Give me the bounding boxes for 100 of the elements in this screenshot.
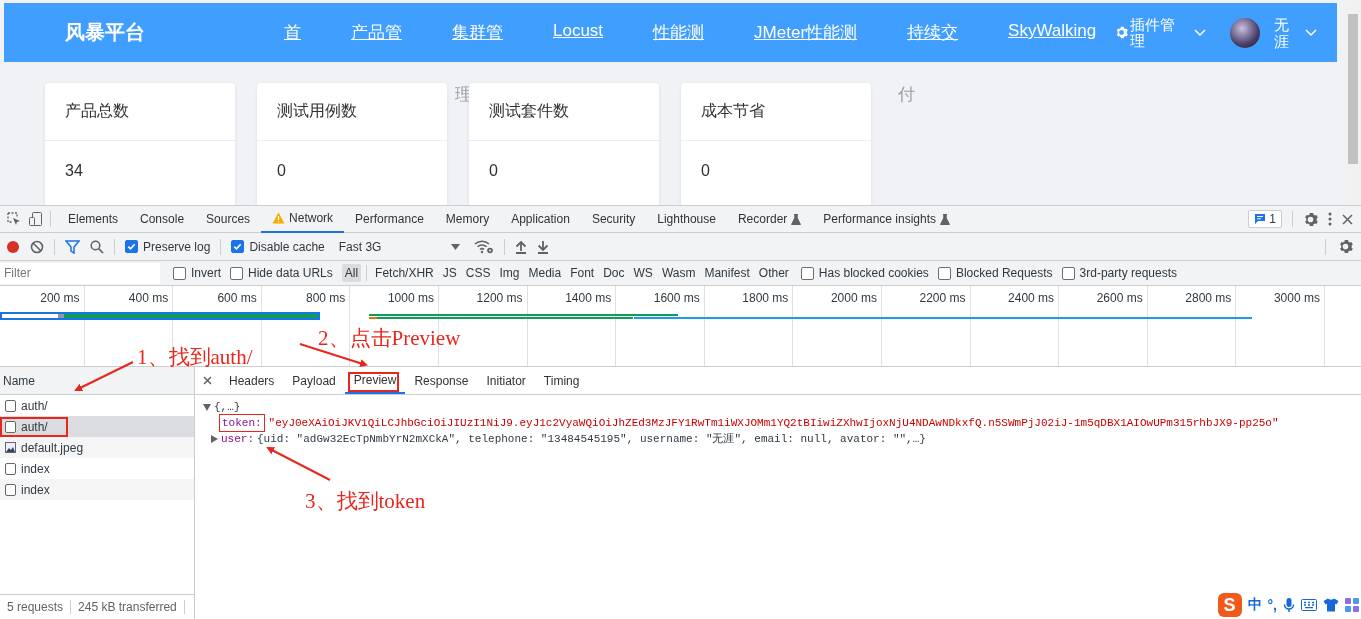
shirt-icon[interactable] <box>1323 598 1339 612</box>
filter-icon[interactable] <box>65 239 80 254</box>
devtools-tab[interactable]: Security <box>580 205 647 233</box>
settings-icon[interactable] <box>1338 239 1353 254</box>
gear-icon <box>1115 26 1128 39</box>
time-tick-label: 1200 ms <box>476 291 523 305</box>
column-header[interactable]: Name <box>3 373 35 388</box>
filter-checkbox[interactable]: Blocked Requests <box>937 266 1053 280</box>
request-row[interactable]: index <box>0 458 194 479</box>
annotation-text: 2、点击Preview <box>318 325 461 352</box>
property-key: user: <box>221 432 254 446</box>
image-file-icon <box>5 442 16 453</box>
filter-field[interactable]: Filter <box>0 262 160 284</box>
document-icon <box>5 399 16 412</box>
devtools-tab[interactable]: Performance insights <box>812 205 962 233</box>
more-icon[interactable] <box>1328 212 1332 226</box>
type-filter-button[interactable]: Media <box>525 264 565 282</box>
wifi-gear-icon[interactable] <box>474 239 495 254</box>
download-icon[interactable] <box>537 239 550 254</box>
time-tick-label: 1400 ms <box>565 291 612 305</box>
message-icon <box>1254 213 1267 225</box>
type-filter-button[interactable]: All <box>341 264 362 282</box>
checkmark-icon <box>126 241 137 252</box>
highlight-frame <box>348 372 399 392</box>
close-icon[interactable] <box>203 376 212 385</box>
preserve-log-checkbox[interactable]: Preserve log <box>125 239 211 254</box>
devtools-tab[interactable]: Lighthouse <box>646 205 727 233</box>
time-tick-label: 2200 ms <box>919 291 966 305</box>
expanded-triangle-icon[interactable] <box>203 403 211 411</box>
devtools-tab[interactable]: Console <box>129 205 196 233</box>
checkmark-icon <box>232 241 244 252</box>
collapsed-triangle-icon[interactable] <box>211 435 218 443</box>
disable-cache-checkbox[interactable]: Disable cache <box>231 239 325 254</box>
devtools-tab[interactable]: Sources <box>195 205 262 233</box>
throttling-dropdown[interactable]: Fast 3G <box>334 239 465 254</box>
card-title: 产品总数 <box>65 101 129 121</box>
card-value: 0 <box>701 162 710 180</box>
clear-icon[interactable] <box>30 239 44 254</box>
type-filter-button[interactable]: JS <box>439 264 460 282</box>
document-icon <box>5 483 16 496</box>
caret-icon[interactable] <box>1194 28 1206 37</box>
detail-tab[interactable]: Preview <box>344 367 406 394</box>
hide-data-urls-checkbox[interactable]: Hide data URLs <box>230 266 333 280</box>
annotation-arrow <box>266 447 331 481</box>
warning-icon <box>272 212 286 224</box>
type-filter-button[interactable]: Font <box>567 264 598 282</box>
request-row[interactable]: auth/ <box>0 416 194 437</box>
filter-checkbox[interactable]: 3rd-party requests <box>1061 266 1177 280</box>
inspect-icon[interactable] <box>6 211 22 227</box>
close-icon[interactable] <box>1342 213 1353 225</box>
settings-icon[interactable] <box>1303 211 1318 227</box>
time-tick-label: 1800 ms <box>742 291 789 305</box>
devtools-tab[interactable]: Recorder <box>726 205 813 233</box>
property-key: token: <box>219 414 265 432</box>
highlight-frame <box>0 417 68 437</box>
ime-button[interactable]: °, <box>1267 597 1277 613</box>
filter-checkbox[interactable]: Has blocked cookies <box>800 266 929 280</box>
devtools-tab[interactable]: Performance <box>344 205 435 233</box>
type-filter-button[interactable]: Wasm <box>658 264 699 282</box>
type-filter-button[interactable]: Fetch/XHR <box>372 264 437 282</box>
time-tick-label: 1600 ms <box>653 291 700 305</box>
time-tick-label: 400 ms <box>128 291 169 305</box>
caret-icon[interactable] <box>1305 28 1317 37</box>
search-icon[interactable] <box>90 239 104 254</box>
type-filter-button[interactable]: Doc <box>600 264 628 282</box>
time-tick-label: 2000 ms <box>830 291 877 305</box>
ime-button[interactable]: 中 <box>1247 596 1262 614</box>
type-filter-button[interactable]: Other <box>755 264 792 282</box>
record-icon[interactable] <box>6 239 20 254</box>
request-row[interactable]: auth/ <box>0 395 194 416</box>
type-filter-button[interactable]: Img <box>496 264 523 282</box>
invert-checkbox[interactable]: Invert <box>173 266 221 280</box>
devtools-tab[interactable]: Memory <box>434 205 501 233</box>
nav-overflow-text: 付 <box>898 84 915 106</box>
issues-button[interactable]: 1 <box>1248 210 1282 228</box>
annotation-arrow <box>74 361 134 391</box>
detail-tab[interactable]: Payload <box>283 367 345 394</box>
time-tick-label: 2800 ms <box>1185 291 1232 305</box>
devtools-tab[interactable]: Elements <box>57 205 130 233</box>
detail-tab[interactable]: Response <box>405 367 478 394</box>
keyboard-icon[interactable] <box>1301 599 1317 611</box>
type-filter-button[interactable]: CSS <box>462 264 494 282</box>
document-icon <box>5 462 16 475</box>
detail-tab[interactable]: Timing <box>534 367 589 394</box>
user-avatar[interactable] <box>1230 17 1260 48</box>
card-value: 0 <box>489 162 498 180</box>
time-tick-label: 2600 ms <box>1096 291 1143 305</box>
type-filter-button[interactable]: Manifest <box>701 264 753 282</box>
request-row[interactable]: default.jpeg <box>0 437 194 458</box>
type-filter-button[interactable]: WS <box>630 264 656 282</box>
devtools-tab[interactable]: Application <box>500 205 581 233</box>
upload-icon[interactable] <box>515 239 528 254</box>
scrollbar[interactable] <box>1345 0 1361 205</box>
microphone-icon[interactable] <box>1283 597 1295 613</box>
detail-tab[interactable]: Initiator <box>477 367 535 394</box>
request-row[interactable]: index <box>0 479 194 500</box>
time-tick-label: 1000 ms <box>387 291 434 305</box>
device-icon[interactable] <box>28 211 44 227</box>
grid-icon[interactable] <box>1345 598 1359 612</box>
time-tick-label: 3000 ms <box>1273 291 1320 305</box>
